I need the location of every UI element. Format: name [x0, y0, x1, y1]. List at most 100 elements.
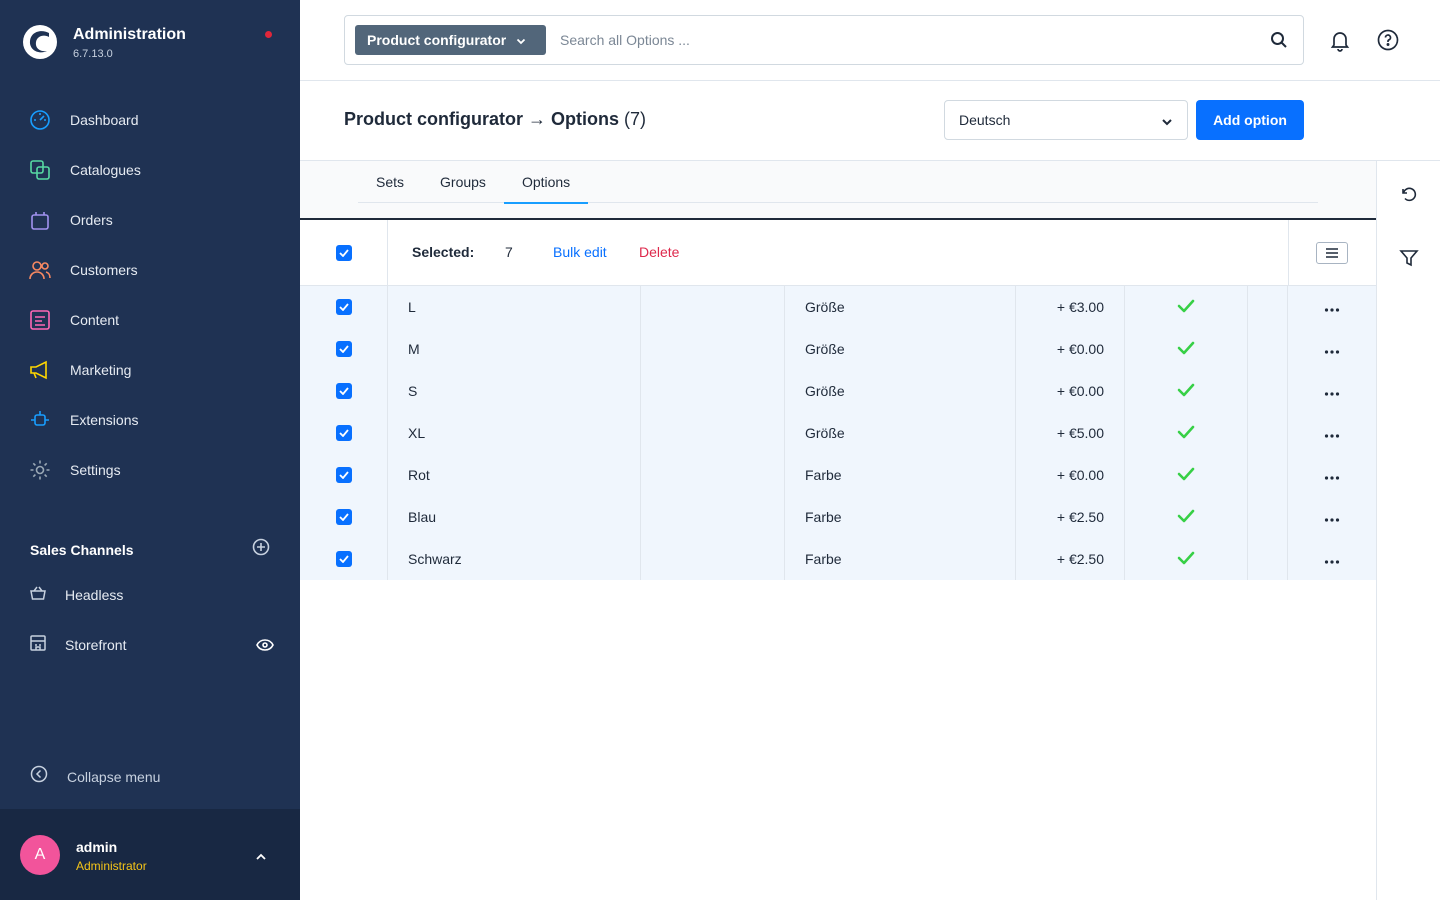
row-actions[interactable]	[1288, 496, 1376, 538]
tab-sets[interactable]: Sets	[358, 161, 422, 203]
empty-cell	[1248, 412, 1288, 454]
option-media	[641, 454, 785, 496]
grid-settings-button[interactable]	[1316, 242, 1348, 264]
table-row[interactable]: S Größe + €0.00	[300, 370, 1376, 412]
row-actions[interactable]	[1288, 370, 1376, 412]
row-actions[interactable]	[1288, 538, 1376, 580]
filter-icon[interactable]	[1397, 246, 1421, 270]
sales-channel-storefront[interactable]: Storefront	[29, 630, 274, 660]
grid-body: L Größe + €3.00 M Größe + €0.00 S Größe + €0.00 X…	[300, 286, 1376, 580]
nav-item-settings[interactable]: Settings	[0, 445, 300, 495]
row-checkbox[interactable]	[336, 341, 352, 357]
empty-cell	[1248, 496, 1288, 538]
row-checkbox[interactable]	[336, 383, 352, 399]
table-row[interactable]: L Größe + €3.00	[300, 286, 1376, 328]
tab-options[interactable]: Options	[503, 161, 589, 204]
more-icon[interactable]	[1324, 551, 1340, 567]
active-cell	[1125, 328, 1248, 370]
select-all-checkbox[interactable]	[336, 245, 352, 261]
row-checkbox-cell	[300, 328, 388, 370]
option-name[interactable]: Rot	[388, 454, 641, 496]
option-name[interactable]: S	[388, 370, 641, 412]
table-row[interactable]: Blau Farbe + €2.50	[300, 496, 1376, 538]
checkmark-icon	[1177, 551, 1195, 568]
add-option-button[interactable]: Add option	[1196, 100, 1304, 140]
row-actions[interactable]	[1288, 328, 1376, 370]
option-price: + €3.00	[1016, 286, 1125, 328]
app-title: Administration	[73, 25, 186, 43]
row-checkbox-cell	[300, 370, 388, 412]
nav-item-customers[interactable]: Customers	[0, 245, 300, 295]
add-sales-channel-icon[interactable]	[252, 538, 270, 561]
row-checkbox-cell	[300, 538, 388, 580]
language-select[interactable]: Deutsch	[944, 100, 1188, 140]
selected-label: Selected:	[412, 244, 475, 260]
bulk-edit-link[interactable]: Bulk edit	[553, 244, 607, 260]
row-checkbox[interactable]	[336, 551, 352, 567]
row-checkbox[interactable]	[336, 509, 352, 525]
active-cell	[1125, 538, 1248, 580]
more-icon[interactable]	[1324, 467, 1340, 483]
nav-item-dashboard[interactable]: Dashboard	[0, 95, 300, 145]
nav-item-catalogues[interactable]: Catalogues	[0, 145, 300, 195]
global-search: Product configurator	[344, 15, 1304, 65]
nav-item-marketing[interactable]: Marketing	[0, 345, 300, 395]
option-price: + €0.00	[1016, 328, 1125, 370]
main-content: Sets Groups Options Selected: 7 Bulk edi…	[300, 161, 1376, 900]
row-checkbox[interactable]	[336, 299, 352, 315]
table-row[interactable]: Schwarz Farbe + €2.50	[300, 538, 1376, 580]
search-input[interactable]	[560, 28, 1240, 52]
option-name[interactable]: XL	[388, 412, 641, 454]
nav-item-orders[interactable]: Orders	[0, 195, 300, 245]
table-row[interactable]: M Größe + €0.00	[300, 328, 1376, 370]
more-icon[interactable]	[1324, 509, 1340, 525]
empty-cell	[1248, 370, 1288, 412]
page-title-count: (7)	[624, 109, 647, 129]
chevron-down-icon	[516, 32, 526, 48]
nav-item-extensions[interactable]: Extensions	[0, 395, 300, 445]
brand[interactable]: Administration 6.7.13.0	[22, 24, 186, 60]
table-row[interactable]: XL Größe + €5.00	[300, 412, 1376, 454]
sales-channel-label: Headless	[65, 587, 124, 603]
refresh-icon[interactable]	[1397, 182, 1421, 206]
more-icon[interactable]	[1324, 341, 1340, 357]
nav-item-content[interactable]: Content	[0, 295, 300, 345]
select-all-cell	[300, 220, 388, 285]
bulk-delete-link[interactable]: Delete	[639, 244, 679, 260]
collapse-menu[interactable]: Collapse menu	[30, 765, 160, 788]
more-icon[interactable]	[1324, 299, 1340, 315]
sidebar: Administration 6.7.13.0 Dashboard Catalo…	[0, 0, 300, 900]
option-media	[641, 412, 785, 454]
page-title-text: Product configurator → Options	[344, 109, 619, 129]
search-type-selector[interactable]: Product configurator	[355, 25, 546, 55]
row-checkbox[interactable]	[336, 425, 352, 441]
bulk-edit-bar: Selected: 7 Bulk edit Delete	[300, 220, 1376, 286]
extensions-icon	[29, 409, 51, 431]
user-menu[interactable]: A admin Administrator	[0, 809, 300, 900]
option-name[interactable]: Schwarz	[388, 538, 641, 580]
search-icon[interactable]	[1270, 31, 1288, 54]
row-checkbox[interactable]	[336, 467, 352, 483]
option-group: Größe	[785, 370, 1016, 412]
tab-groups[interactable]: Groups	[422, 161, 504, 203]
table-row[interactable]: Rot Farbe + €0.00	[300, 454, 1376, 496]
topbar: Product configurator	[300, 0, 1440, 81]
checkmark-icon	[1177, 383, 1195, 400]
option-name[interactable]: Blau	[388, 496, 641, 538]
sales-channel-headless[interactable]: Headless	[29, 580, 274, 610]
empty-cell	[1248, 328, 1288, 370]
option-name[interactable]: M	[388, 328, 641, 370]
bell-icon[interactable]	[1328, 28, 1352, 57]
user-name: admin	[76, 839, 118, 855]
row-actions[interactable]	[1288, 454, 1376, 496]
sales-channels-title: Sales Channels	[30, 541, 134, 558]
row-actions[interactable]	[1288, 286, 1376, 328]
more-icon[interactable]	[1324, 425, 1340, 441]
row-actions[interactable]	[1288, 412, 1376, 454]
catalogue-icon	[29, 159, 51, 181]
chevron-up-icon[interactable]	[255, 849, 267, 867]
option-name[interactable]: L	[388, 286, 641, 328]
more-icon[interactable]	[1324, 383, 1340, 399]
help-icon[interactable]	[1377, 29, 1399, 56]
eye-icon[interactable]	[256, 637, 274, 658]
